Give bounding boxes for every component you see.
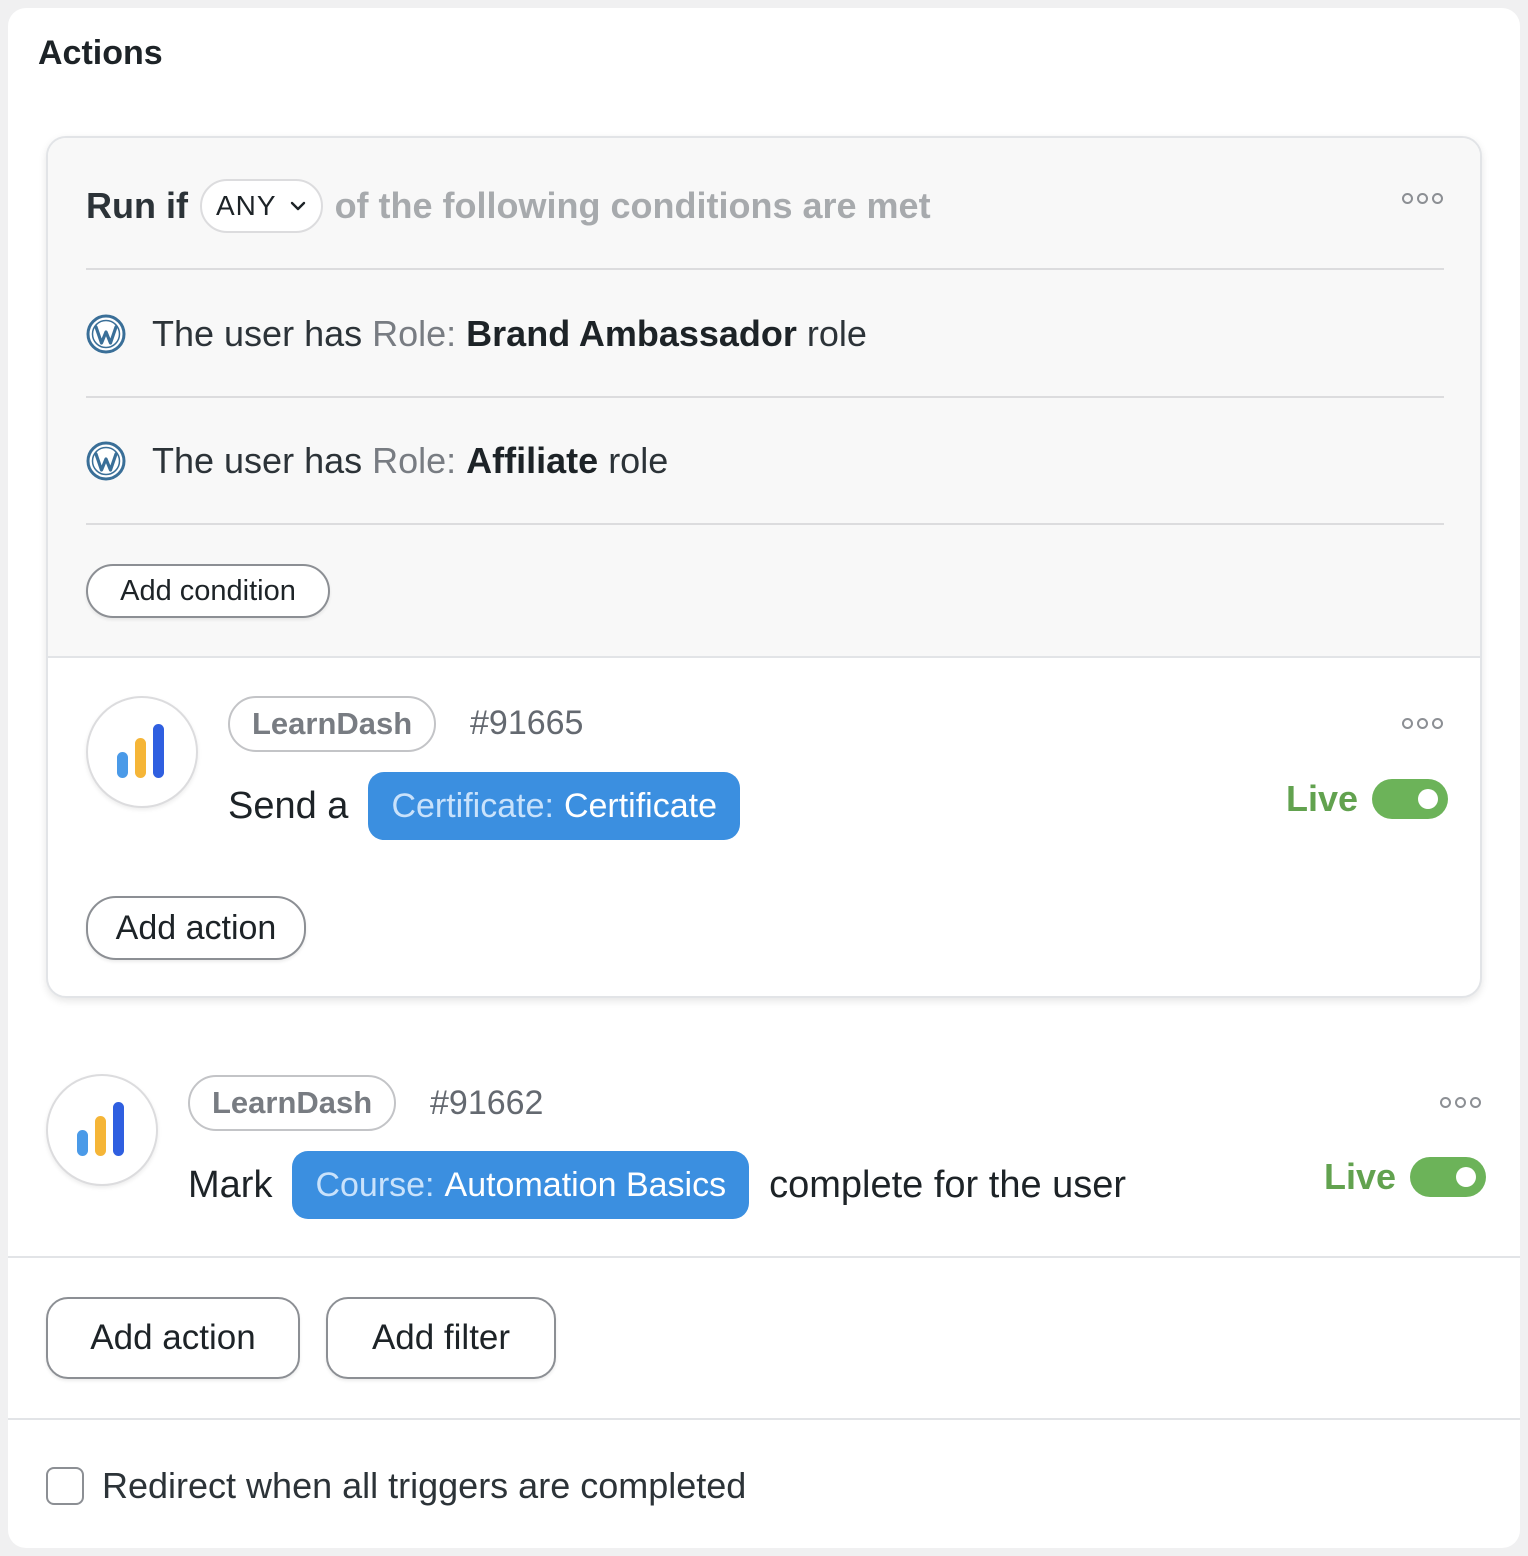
action-more-options-icon[interactable] [1440, 1097, 1481, 1108]
wordpress-icon [86, 314, 126, 354]
match-mode-select[interactable]: ANY [199, 179, 323, 233]
panel-title: Actions [38, 34, 163, 72]
live-status: Live [1286, 778, 1449, 820]
condition-value: Brand Ambassador [466, 313, 797, 354]
condition-row[interactable]: The user has Role: Brand Ambassador role [86, 304, 867, 364]
live-status: Live [1324, 1156, 1487, 1198]
redirect-option: Redirect when all triggers are completed [46, 1458, 746, 1514]
redirect-label[interactable]: Redirect when all triggers are completed [102, 1465, 746, 1507]
toggle-knob [1418, 789, 1439, 809]
condition-field: Role: [372, 440, 457, 481]
condition-field: Role: [372, 313, 457, 354]
chevron-down-icon [290, 201, 305, 211]
wordpress-icon [86, 441, 126, 481]
run-if-row: Run if ANY of the following conditions a… [86, 178, 931, 234]
integration-tag: LearnDash [228, 696, 437, 752]
add-condition-button[interactable]: Add condition [86, 564, 330, 618]
actions-panel: Actions Run if ANY of the following cond… [8, 8, 1520, 1548]
live-label: Live [1324, 1156, 1397, 1197]
condition-suffix: role [608, 440, 669, 481]
run-if-label: Run if [86, 185, 188, 226]
condition-value: Affiliate [466, 440, 599, 481]
divider [8, 1256, 1520, 1258]
action-token[interactable]: Certificate: Certificate [368, 772, 741, 840]
redirect-checkbox[interactable] [46, 1467, 84, 1505]
divider [86, 268, 1444, 270]
add-action-button[interactable]: Add action [46, 1297, 300, 1379]
toggle-knob [1456, 1167, 1477, 1187]
action-token[interactable]: Course: Automation Basics [292, 1151, 750, 1219]
filter-more-options-icon[interactable] [1402, 193, 1443, 204]
condition-suffix: role [806, 313, 867, 354]
divider [86, 523, 1444, 525]
integration-tag: LearnDash [188, 1075, 397, 1131]
divider [86, 396, 1444, 398]
token-value: Automation Basics [444, 1165, 727, 1204]
run-if-description: of the following conditions are met [334, 185, 931, 226]
live-label: Live [1286, 778, 1359, 819]
token-key: Certificate: [391, 786, 554, 825]
condition-prefix: The user has [152, 313, 363, 354]
live-toggle[interactable] [1372, 779, 1449, 819]
action-id: #91665 [470, 704, 584, 742]
add-filter-button[interactable]: Add filter [326, 1297, 556, 1379]
action-verb: Send a [228, 784, 349, 827]
token-value: Certificate [563, 786, 718, 825]
add-action-button[interactable]: Add action [86, 896, 306, 960]
filter-header: Run if ANY of the following conditions a… [48, 138, 1480, 658]
live-toggle[interactable] [1410, 1157, 1487, 1197]
action-sentence: Send a Certificate: Certificate [228, 772, 760, 840]
token-key: Course: [315, 1165, 435, 1204]
condition-prefix: The user has [152, 440, 363, 481]
action-more-options-icon[interactable] [1402, 718, 1443, 729]
action-tail: complete for the user [769, 1163, 1127, 1206]
divider [8, 1418, 1520, 1420]
action-verb: Mark [188, 1163, 273, 1206]
learndash-logo [46, 1074, 158, 1186]
condition-row[interactable]: The user has Role: Affiliate role [86, 431, 668, 491]
learndash-icon [77, 1102, 124, 1156]
action-id: #91662 [430, 1084, 544, 1122]
learndash-icon [117, 724, 164, 778]
learndash-logo [86, 696, 198, 808]
match-mode-value: ANY [215, 190, 277, 221]
action-sentence: Mark Course: Automation Basics complete … [188, 1151, 1126, 1219]
filter-block: Run if ANY of the following conditions a… [46, 136, 1482, 998]
